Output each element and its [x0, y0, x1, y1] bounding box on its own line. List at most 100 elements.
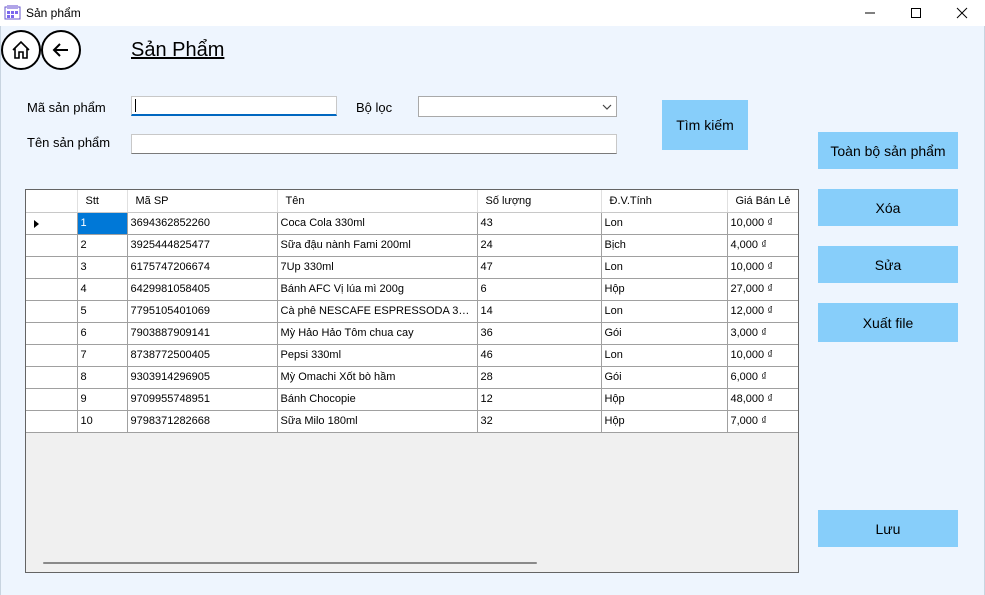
table-cell[interactable]: 6	[77, 322, 128, 345]
row-header[interactable]	[26, 234, 78, 257]
scrollbar-thumb[interactable]	[43, 562, 537, 564]
table-cell[interactable]: 14	[477, 300, 602, 323]
table-cell[interactable]: 10,000 ₫	[727, 212, 798, 235]
table-cell[interactable]: Sữa đậu nành Fami 200ml	[277, 234, 478, 257]
table-cell[interactable]: Coca Cola 330ml	[277, 212, 478, 235]
table-cell[interactable]: Mỳ Omachi Xốt bò hầm	[277, 366, 478, 389]
horizontal-scrollbar[interactable]	[27, 554, 797, 571]
table-cell[interactable]: 7Up 330ml	[277, 256, 478, 279]
column-header[interactable]: Stt	[77, 190, 128, 213]
table-cell[interactable]: Pepsi 330ml	[277, 344, 478, 367]
table-cell[interactable]: 8738772500405	[127, 344, 278, 367]
back-button[interactable]	[41, 30, 81, 70]
delete-button[interactable]: Xóa	[818, 189, 958, 226]
column-header[interactable]: Đ.V.Tính	[601, 190, 728, 213]
table-cell[interactable]: 4,000 ₫	[727, 234, 798, 257]
home-button[interactable]	[1, 30, 41, 70]
table-cell[interactable]: 7795105401069	[127, 300, 278, 323]
table-cell[interactable]: Lon	[601, 212, 728, 235]
row-header[interactable]	[26, 256, 78, 279]
table-cell[interactable]: Hộp	[601, 278, 728, 301]
table-row[interactable]: 2 3925444825477 Sữa đậu nành Fami 200ml …	[26, 234, 798, 257]
export-button[interactable]: Xuất file	[818, 303, 958, 342]
table-cell[interactable]: 3,000 ₫	[727, 322, 798, 345]
table-row[interactable]: 9 9709955748951 Bánh Chocopie 12 Hộp 48,…	[26, 388, 798, 411]
table-cell[interactable]: Gói	[601, 322, 728, 345]
table-cell[interactable]: 4	[77, 278, 128, 301]
table-row[interactable]: 10 9798371282668 Sữa Milo 180ml 32 Hộp 7…	[26, 410, 798, 433]
table-cell[interactable]: Bánh AFC Vị lúa mì 200g	[277, 278, 478, 301]
row-header[interactable]	[26, 300, 78, 323]
table-cell[interactable]: 12,000 ₫	[727, 300, 798, 323]
row-header[interactable]	[26, 278, 78, 301]
search-button[interactable]: Tìm kiếm	[662, 100, 748, 150]
table-cell[interactable]: Bịch	[601, 234, 728, 257]
table-cell[interactable]: 46	[477, 344, 602, 367]
table-cell[interactable]: Hộp	[601, 410, 728, 433]
table-row[interactable]: 7 8738772500405 Pepsi 330ml 46 Lon 10,00…	[26, 344, 798, 367]
table-cell[interactable]: 28	[477, 366, 602, 389]
table-cell[interactable]: 7	[77, 344, 128, 367]
row-header[interactable]	[26, 366, 78, 389]
table-cell[interactable]: Bánh Chocopie	[277, 388, 478, 411]
minimize-button[interactable]	[847, 0, 893, 26]
table-cell[interactable]: 10	[77, 410, 128, 433]
table-cell[interactable]: 36	[477, 322, 602, 345]
table-row[interactable]: 4 6429981058405 Bánh AFC Vị lúa mì 200g …	[26, 278, 798, 301]
close-button[interactable]	[939, 0, 985, 26]
table-cell[interactable]: 7,000 ₫	[727, 410, 798, 433]
table-cell[interactable]: 24	[477, 234, 602, 257]
products-grid[interactable]: Stt Mã SP Tên Số lượng Đ.V.Tính Giá Bán …	[25, 189, 799, 573]
table-cell[interactable]: Lon	[601, 256, 728, 279]
table-cell[interactable]: 27,000 ₫	[727, 278, 798, 301]
table-cell[interactable]: 3925444825477	[127, 234, 278, 257]
table-cell[interactable]: 10,000 ₫	[727, 344, 798, 367]
table-row[interactable]: 3 6175747206674 7Up 330ml 47 Lon 10,000 …	[26, 256, 798, 279]
column-header[interactable]: Giá Bán Lẻ	[727, 190, 798, 213]
row-header[interactable]	[26, 344, 78, 367]
table-cell[interactable]: 12	[477, 388, 602, 411]
column-header[interactable]: Tên	[277, 190, 478, 213]
row-header[interactable]	[26, 388, 78, 411]
table-cell[interactable]: 10,000 ₫	[727, 256, 798, 279]
row-header[interactable]	[26, 212, 78, 235]
product-code-input[interactable]	[131, 96, 337, 116]
table-cell[interactable]: Sữa Milo 180ml	[277, 410, 478, 433]
table-cell[interactable]: Mỳ Hảo Hảo Tôm chua cay	[277, 322, 478, 345]
table-row[interactable]: 5 7795105401069 Cà phê NESCAFE ESPRESSOD…	[26, 300, 798, 323]
filter-select[interactable]	[418, 96, 617, 117]
table-cell[interactable]: 6	[477, 278, 602, 301]
table-cell[interactable]: 9798371282668	[127, 410, 278, 433]
table-cell[interactable]: 6429981058405	[127, 278, 278, 301]
table-cell[interactable]: 6,000 ₫	[727, 366, 798, 389]
table-cell[interactable]: Hộp	[601, 388, 728, 411]
table-cell[interactable]: 5	[77, 300, 128, 323]
table-cell[interactable]: 32	[477, 410, 602, 433]
table-cell[interactable]: 9	[77, 388, 128, 411]
table-row[interactable]: 1 3694362852260 Coca Cola 330ml 43 Lon 1…	[26, 212, 798, 235]
table-cell[interactable]: 43	[477, 212, 602, 235]
table-cell[interactable]: 8	[77, 366, 128, 389]
table-row[interactable]: 6 7903887909141 Mỳ Hảo Hảo Tôm chua cay …	[26, 322, 798, 345]
table-cell[interactable]: 9303914296905	[127, 366, 278, 389]
row-header[interactable]	[26, 410, 78, 433]
edit-button[interactable]: Sửa	[818, 246, 958, 283]
product-name-input[interactable]	[131, 134, 617, 154]
table-row[interactable]: 8 9303914296905 Mỳ Omachi Xốt bò hầm 28 …	[26, 366, 798, 389]
table-cell[interactable]: Cà phê NESCAFE ESPRESSODA 330...	[277, 300, 478, 323]
table-cell[interactable]: 1	[77, 212, 128, 235]
table-cell[interactable]: 9709955748951	[127, 388, 278, 411]
column-header[interactable]: Mã SP	[127, 190, 278, 213]
table-cell[interactable]: 3694362852260	[127, 212, 278, 235]
row-header[interactable]	[26, 322, 78, 345]
all-products-button[interactable]: Toàn bộ sản phẩm	[818, 132, 958, 169]
table-cell[interactable]: Lon	[601, 300, 728, 323]
table-cell[interactable]: 48,000 ₫	[727, 388, 798, 411]
table-cell[interactable]: 2	[77, 234, 128, 257]
table-cell[interactable]: 7903887909141	[127, 322, 278, 345]
table-cell[interactable]: Lon	[601, 344, 728, 367]
table-cell[interactable]: 47	[477, 256, 602, 279]
column-header[interactable]: Số lượng	[477, 190, 602, 213]
table-cell[interactable]: Gói	[601, 366, 728, 389]
table-cell[interactable]: 6175747206674	[127, 256, 278, 279]
